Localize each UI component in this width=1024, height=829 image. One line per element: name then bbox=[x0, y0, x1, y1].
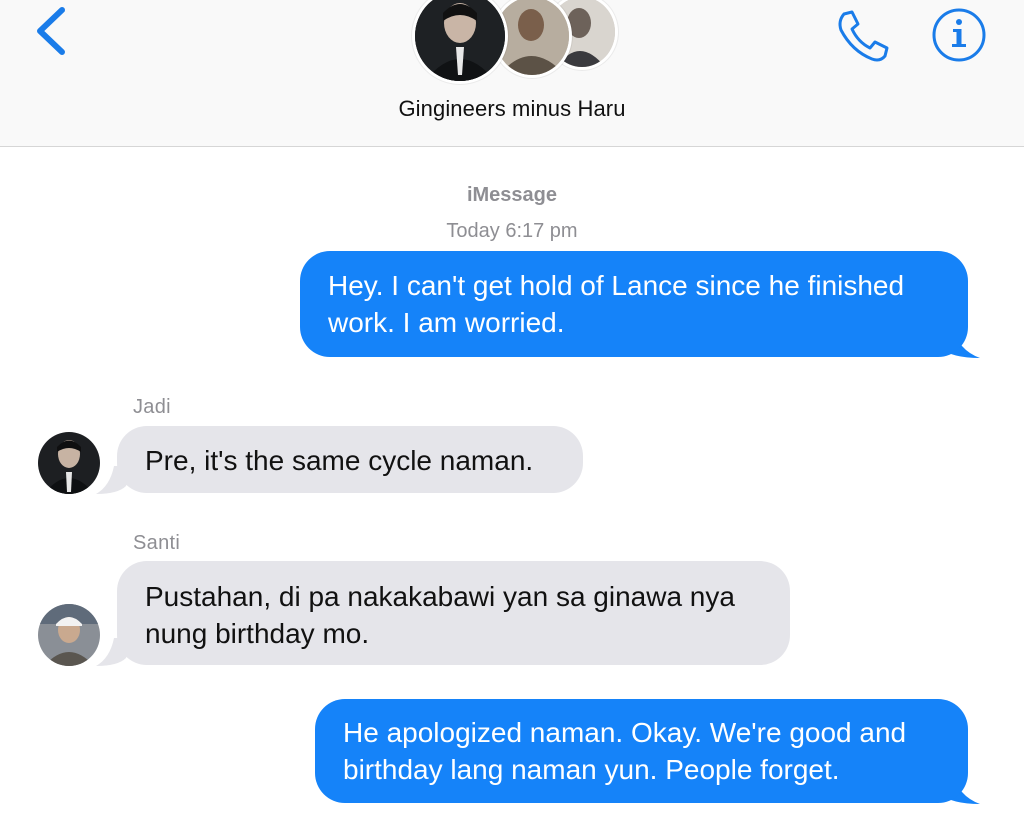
message-bubble-incoming[interactable]: Pustahan, di pa nakakabawi yan sa ginawa… bbox=[117, 561, 790, 665]
phone-icon bbox=[838, 10, 889, 62]
info-button[interactable] bbox=[930, 6, 988, 64]
sender-avatar-jadi[interactable] bbox=[38, 432, 100, 494]
message-bubble-outgoing[interactable]: Hey. I can't get hold of Lance since he … bbox=[300, 251, 968, 357]
message-text-line: He apologized naman. Okay. We're good an… bbox=[343, 717, 907, 748]
sender-name: Jadi bbox=[133, 396, 171, 418]
back-button[interactable] bbox=[28, 2, 78, 60]
message-text-line: nung birthday mo. bbox=[145, 618, 370, 649]
sender-avatar-santi[interactable] bbox=[38, 604, 100, 666]
group-name[interactable]: Gingineers minus Haru bbox=[0, 96, 1024, 122]
conversation-header: Gingineers minus Haru bbox=[0, 0, 1024, 147]
message-timestamp: Today 6:17 pm bbox=[446, 220, 578, 242]
message-text-line: Hey. I can't get hold of Lance since he … bbox=[328, 270, 905, 301]
message-bubble-outgoing[interactable]: He apologized naman. Okay. We're good an… bbox=[315, 699, 968, 803]
call-button[interactable] bbox=[832, 6, 892, 64]
info-icon bbox=[932, 8, 986, 62]
message-text-line: work. I am worried. bbox=[328, 307, 565, 338]
message-text-line: birthday lang naman yun. People forget. bbox=[343, 754, 840, 785]
group-member-avatar-1 bbox=[412, 0, 508, 84]
service-label: iMessage bbox=[466, 184, 558, 206]
message-bubble-incoming[interactable]: Pre, it's the same cycle naman. bbox=[117, 426, 583, 493]
group-avatars[interactable] bbox=[408, 0, 618, 84]
sender-name: Santi bbox=[133, 532, 181, 554]
chevron-left-icon bbox=[37, 7, 65, 55]
message-text-line: Pre, it's the same cycle naman. bbox=[145, 445, 534, 476]
message-text-line: Pustahan, di pa nakakabawi yan sa ginawa… bbox=[145, 581, 735, 612]
